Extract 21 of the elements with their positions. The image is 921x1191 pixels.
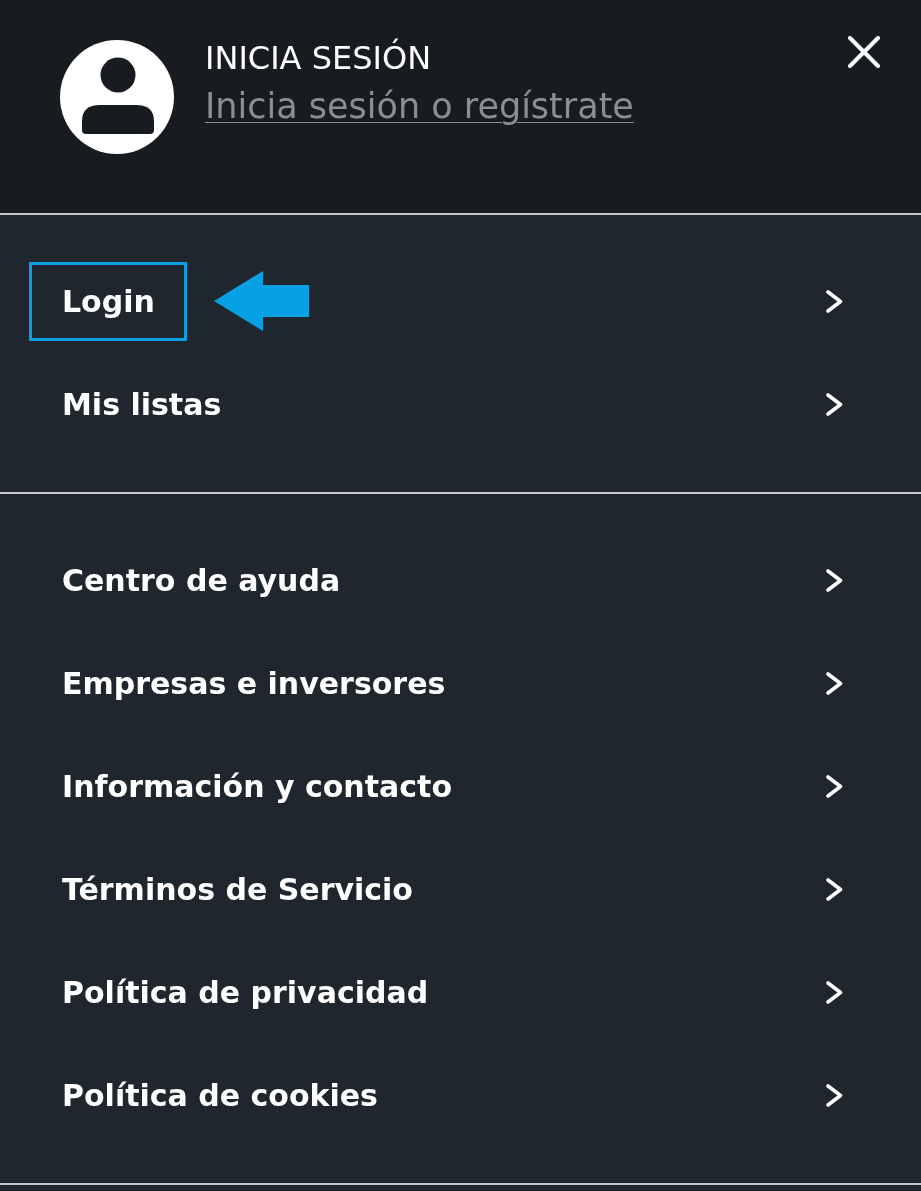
- sign-in-heading: INICIA SESIÓN: [205, 39, 432, 77]
- chevron-right-icon: [826, 981, 843, 1004]
- sign-in-link[interactable]: Inicia sesión o regístrate: [205, 85, 634, 127]
- chevron-right-icon: [826, 672, 843, 695]
- menu-item[interactable]: Términos de Servicio: [0, 838, 921, 941]
- menu-item[interactable]: Empresas e inversores: [0, 632, 921, 735]
- avatar-icon: [60, 40, 174, 154]
- menu-item[interactable]: Política de cookies: [0, 1044, 921, 1147]
- chevron-right-icon: [826, 569, 843, 592]
- chevron-right-icon: [826, 393, 843, 416]
- menu-item[interactable]: Login: [0, 250, 921, 353]
- menu-item[interactable]: Información y contacto: [0, 735, 921, 838]
- chevron-right-icon: [826, 1084, 843, 1107]
- close-icon[interactable]: [848, 36, 880, 68]
- menu-item[interactable]: Centro de ayuda: [0, 529, 921, 632]
- menu-item[interactable]: Mis listas: [0, 353, 921, 456]
- arrow-icon: [214, 271, 309, 331]
- chevron-right-icon: [826, 290, 843, 313]
- menu-item[interactable]: Política de privacidad: [0, 941, 921, 1044]
- chevron-right-icon: [826, 878, 843, 901]
- chevron-right-icon: [826, 775, 843, 798]
